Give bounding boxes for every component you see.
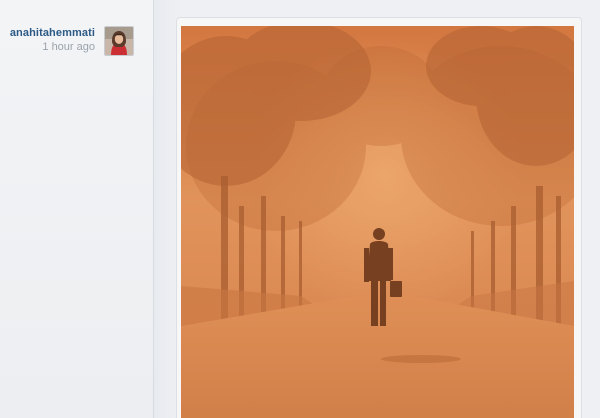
post-author-rail: anahitahemmati 1 hour ago [0,0,154,418]
avatar-image [105,27,133,55]
post-author-info: anahitahemmati 1 hour ago [10,26,95,54]
dust-storm-photo-icon [181,26,574,418]
post-timestamp[interactable]: 1 hour ago [10,40,95,54]
instagram-feed-page: anahitahemmati 1 hour ago [0,0,600,418]
post-photo[interactable] [181,26,574,418]
author-avatar[interactable] [104,26,134,56]
author-username-link[interactable]: anahitahemmati [10,26,95,40]
